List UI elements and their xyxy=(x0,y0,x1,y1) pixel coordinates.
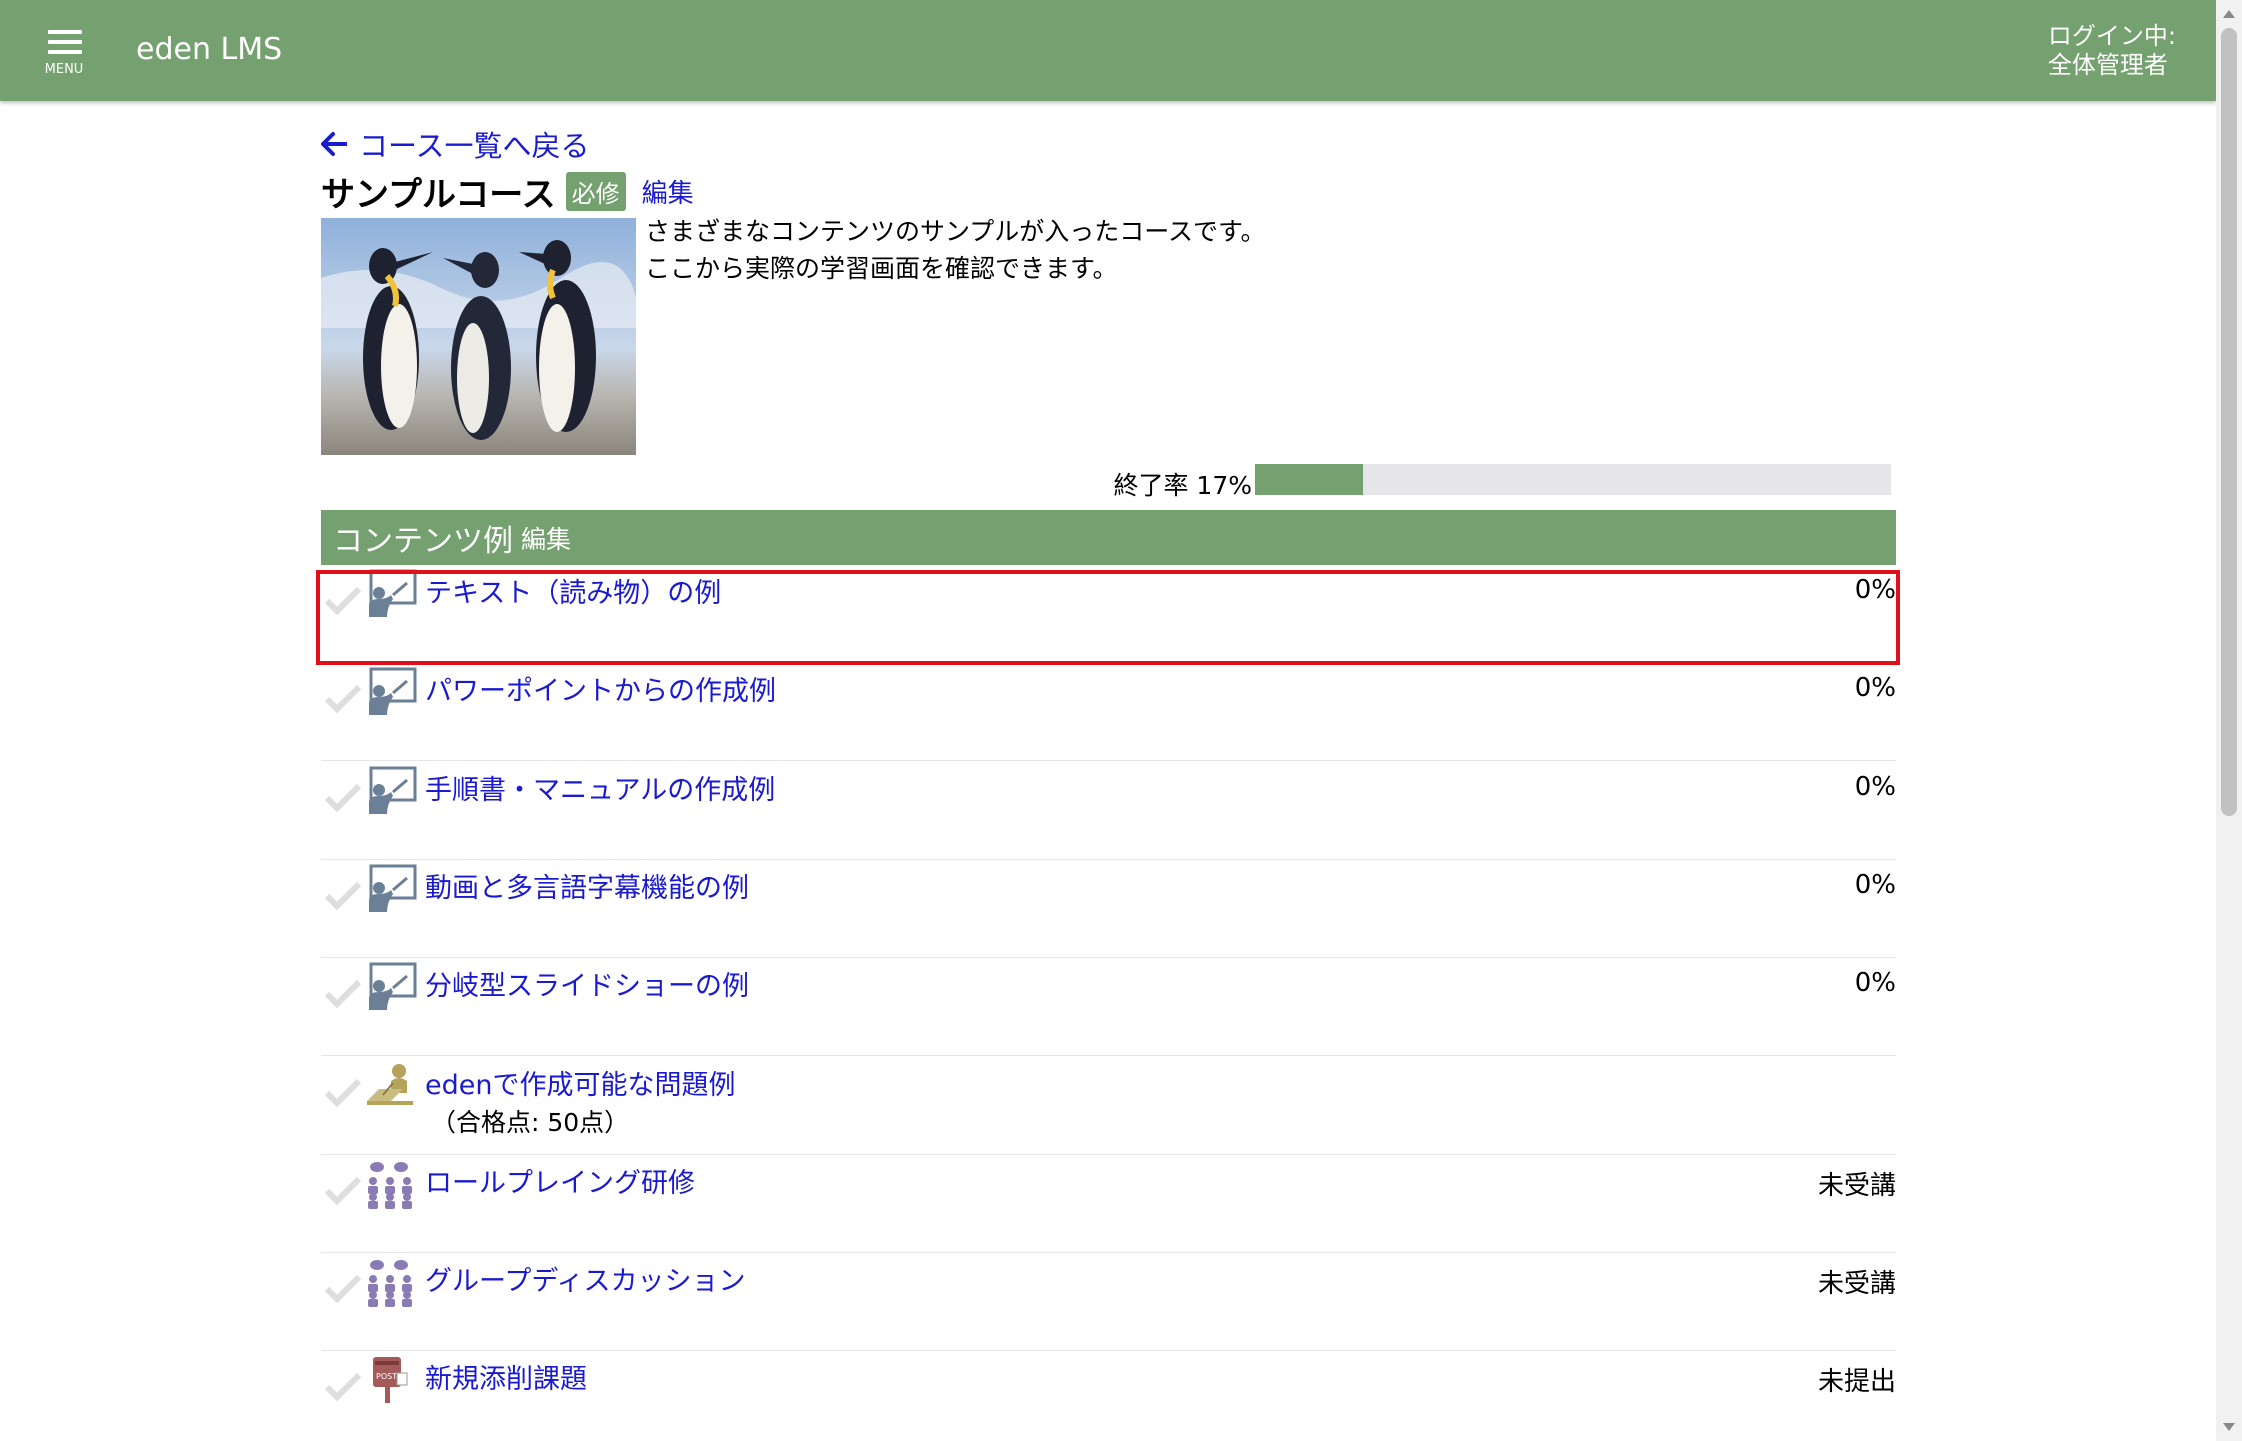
content-item-status: 未受講 xyxy=(1817,1170,1896,1201)
passing-score: （合格点: 50点） xyxy=(431,1107,630,1137)
group-icon xyxy=(363,1257,417,1308)
content-item-title[interactable]: edenで作成可能な問題例 xyxy=(425,1063,735,1102)
content-item-title[interactable]: 手順書・マニュアルの作成例 xyxy=(425,768,775,807)
menu-button[interactable]: MENU xyxy=(34,26,94,82)
content-item-title[interactable]: 動画と多言語字幕機能の例 xyxy=(425,866,749,905)
checkmark-icon xyxy=(323,978,363,1010)
course-title-row: サンプルコース 必修 編集 xyxy=(321,167,694,216)
checkmark-icon xyxy=(323,782,363,814)
content-item-status: 0% xyxy=(1854,673,1896,704)
completion-rate-label: 終了率 17% xyxy=(1113,471,1252,500)
content-item[interactable]: POST 新規添削課題 未提出 xyxy=(321,1351,1896,1441)
highlight-box xyxy=(316,570,1900,665)
course-description-line-2: ここから実際の学習画面を確認できます。 xyxy=(645,254,1118,283)
group-icon xyxy=(363,1159,417,1209)
arrow-left-icon xyxy=(321,132,347,156)
content-item[interactable]: パワーポイントからの作成例 0% xyxy=(321,663,1896,762)
content-item[interactable]: 手順書・マニュアルの作成例 0% xyxy=(321,762,1896,860)
completion-progress: 終了率 17% xyxy=(321,461,1891,500)
content-item-status: 0% xyxy=(1854,771,1896,802)
content-item[interactable]: 分岐型スライドショーの例 0% xyxy=(321,958,1896,1057)
lecture-icon xyxy=(363,864,417,914)
course-description-line-1: さまざまなコンテンツのサンプルが入ったコースです。 xyxy=(645,217,1266,246)
scrollbar-thumb[interactable] xyxy=(2221,28,2237,816)
svg-text:POST: POST xyxy=(376,1372,397,1381)
exam-icon xyxy=(363,1061,417,1111)
scroll-up-icon[interactable] xyxy=(2223,10,2235,18)
lecture-icon xyxy=(363,667,417,717)
content-item-title[interactable]: パワーポイントからの作成例 xyxy=(425,669,776,708)
content-item-title[interactable]: 分岐型スライドショーの例 xyxy=(425,964,749,1003)
content-item[interactable]: edenで作成可能な問題例 （合格点: 50点） xyxy=(321,1057,1896,1155)
section-title: コンテンツ例 xyxy=(333,523,513,559)
progress-bar xyxy=(1255,464,1891,495)
content-item-title[interactable]: グループディスカッション xyxy=(425,1259,746,1298)
content-item[interactable]: ロールプレイング研修 未受講 xyxy=(321,1155,1896,1253)
content-item[interactable]: グループディスカッション 未受講 xyxy=(321,1253,1896,1352)
hamburger-icon xyxy=(48,30,82,60)
checkmark-icon xyxy=(323,880,363,912)
scroll-down-icon[interactable] xyxy=(2223,1423,2235,1431)
checkmark-icon xyxy=(323,1371,363,1403)
back-link-label: コース一覧へ戻る xyxy=(359,129,590,163)
section-edit-link[interactable]: 編集 xyxy=(521,520,571,556)
content-item-status: 0% xyxy=(1854,968,1896,999)
course-title: サンプルコース xyxy=(321,175,556,215)
content-item[interactable]: 動画と多言語字幕機能の例 0% xyxy=(321,860,1896,958)
course-image xyxy=(321,218,636,455)
content-item-status: 未提出 xyxy=(1817,1367,1896,1398)
checkmark-icon xyxy=(323,683,363,715)
menu-label: MENU xyxy=(44,62,84,77)
back-to-course-list-link[interactable]: コース一覧へ戻る xyxy=(321,123,590,165)
lecture-icon xyxy=(363,766,417,816)
login-info: ログイン中: 全体管理者 xyxy=(2048,22,2176,80)
lecture-icon xyxy=(363,962,417,1012)
checkmark-icon xyxy=(323,1273,363,1305)
required-badge: 必修 xyxy=(565,172,626,211)
top-bar: MENU eden LMS ログイン中: 全体管理者 xyxy=(0,0,2216,101)
login-status: ログイン中: xyxy=(2047,22,2176,50)
section-header: コンテンツ例 編集 xyxy=(321,510,1896,565)
login-user[interactable]: 全体管理者 xyxy=(2048,51,2176,80)
content-item-status: 0% xyxy=(1854,869,1896,900)
content-item-title[interactable]: 新規添削課題 xyxy=(425,1357,587,1396)
course-description: さまざまなコンテンツのサンプルが入ったコースです。 ここから実際の学習画面を確認… xyxy=(645,213,1266,287)
app-title[interactable]: eden LMS xyxy=(136,32,282,67)
progress-bar-fill xyxy=(1255,464,1364,495)
checkmark-icon xyxy=(323,1077,363,1109)
post-icon: POST xyxy=(363,1355,417,1405)
checkmark-icon xyxy=(323,1175,363,1207)
vertical-scrollbar[interactable] xyxy=(2216,0,2242,1441)
content-item-title[interactable]: ロールプレイング研修 xyxy=(425,1161,695,1200)
content-item-status: 未受講 xyxy=(1817,1269,1896,1300)
course-edit-link[interactable]: 編集 xyxy=(642,173,694,210)
